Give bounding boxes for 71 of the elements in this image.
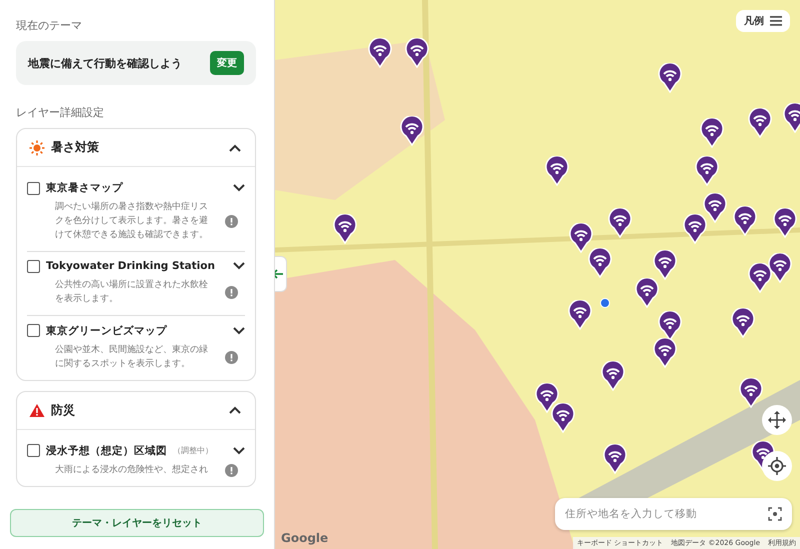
wifi-pin-icon[interactable] — [333, 214, 357, 244]
layer-description: 調べたい場所の暑さ指数や熱中症リスクを色分けして表示します。暑さを避けて休憩できる施設も確認できます。 — [55, 201, 209, 242]
wifi-pin-icon[interactable] — [783, 103, 800, 133]
section-label: レイヤー詳細設定 — [16, 105, 105, 120]
wifi-pin-icon[interactable] — [569, 223, 593, 253]
group-header[interactable]: 防災 — [17, 392, 255, 430]
layer-name: 東京暑さマップ — [46, 181, 123, 195]
group-title: 暑さ対策 — [51, 139, 100, 156]
search-field[interactable]: 住所や地名を入力して移動 — [555, 498, 792, 530]
wifi-pin-icon[interactable] — [608, 208, 632, 238]
wifi-pin-icon[interactable] — [658, 311, 682, 341]
wifi-pin-icon[interactable] — [773, 208, 797, 238]
wifi-pin-icon[interactable] — [683, 214, 707, 244]
wifi-pin-icon[interactable] — [653, 250, 677, 280]
wifi-pin-icon[interactable] — [748, 108, 772, 138]
wifi-pin-icon[interactable] — [545, 156, 569, 186]
expand-arrows-icon — [767, 410, 787, 430]
layer-description: 大雨による浸水の危険性や、想定され — [55, 464, 209, 477]
wifi-pin-icon[interactable] — [739, 378, 763, 408]
wifi-pin-icon[interactable] — [700, 118, 724, 148]
wifi-pin-icon[interactable] — [535, 383, 559, 413]
wifi-pin-icon[interactable] — [601, 361, 625, 391]
sun-icon — [29, 140, 45, 156]
wifi-pin-icon[interactable] — [653, 338, 677, 368]
wifi-pin-icon[interactable] — [695, 156, 719, 186]
wifi-pin-icon[interactable] — [703, 193, 727, 223]
legend-button[interactable]: 凡例 — [736, 10, 790, 32]
wifi-pin-icon[interactable] — [748, 263, 772, 293]
info-icon[interactable] — [225, 215, 238, 228]
wifi-pin-icon[interactable] — [731, 308, 755, 338]
wifi-pin-icon[interactable] — [603, 444, 627, 474]
chevron-icon[interactable] — [229, 406, 241, 414]
wifi-pin-icon[interactable] — [635, 278, 659, 308]
chevron-icon[interactable] — [229, 144, 241, 152]
warning-icon — [29, 402, 45, 418]
layer-name: 浸水予想（想定）区域図 — [46, 444, 167, 458]
chevron-icon[interactable] — [233, 184, 245, 192]
chevron-icon[interactable] — [233, 262, 245, 270]
crosshair-icon — [768, 457, 786, 475]
info-icon[interactable] — [225, 286, 238, 300]
reset-button[interactable]: テーマ・レイヤーをリセット — [10, 509, 264, 537]
wifi-pin-icon[interactable] — [658, 63, 682, 93]
chevron-icon[interactable] — [233, 446, 245, 455]
theme-title: 地震に備えて行動を確認しよう — [28, 56, 182, 70]
scan-icon — [768, 507, 782, 521]
checkbox[interactable] — [27, 324, 40, 338]
section-label: 現在のテーマ — [16, 18, 83, 33]
wifi-pin-icon[interactable] — [400, 116, 424, 146]
wifi-pin-icon[interactable] — [368, 38, 392, 68]
wifi-pin-icon[interactable] — [733, 206, 757, 236]
info-icon[interactable] — [225, 464, 238, 478]
layer-note: （調整中） — [173, 445, 213, 456]
wifi-pin-icon[interactable] — [568, 300, 592, 330]
layer-name: Tokyowater Drinking Station — [46, 260, 215, 272]
chevron-icon[interactable] — [233, 326, 245, 335]
wifi-pin-icon[interactable] — [768, 253, 792, 283]
layer-description: 公園や並木、民間施設など、東京の緑に関するスポットを表示します。 — [55, 344, 209, 371]
list-icon — [770, 16, 782, 26]
checkbox[interactable] — [27, 260, 40, 273]
checkbox[interactable] — [27, 182, 40, 194]
group-header[interactable]: 暑さ対策 — [17, 129, 255, 167]
info-icon[interactable] — [225, 351, 238, 364]
layer-description: 公共性の高い場所に設置された水飲栓を表示します。 — [55, 278, 209, 306]
map-logo: Google — [281, 531, 328, 545]
layer-name: 東京グリーンビズマップ — [46, 324, 167, 338]
wifi-pin-icon[interactable] — [551, 403, 575, 433]
checkbox[interactable] — [27, 444, 40, 458]
wifi-pin-icon[interactable] — [405, 38, 429, 68]
wifi-pin-icon[interactable] — [588, 248, 612, 278]
group-title: 防災 — [51, 402, 76, 419]
change-button[interactable]: 変更 — [210, 51, 244, 75]
